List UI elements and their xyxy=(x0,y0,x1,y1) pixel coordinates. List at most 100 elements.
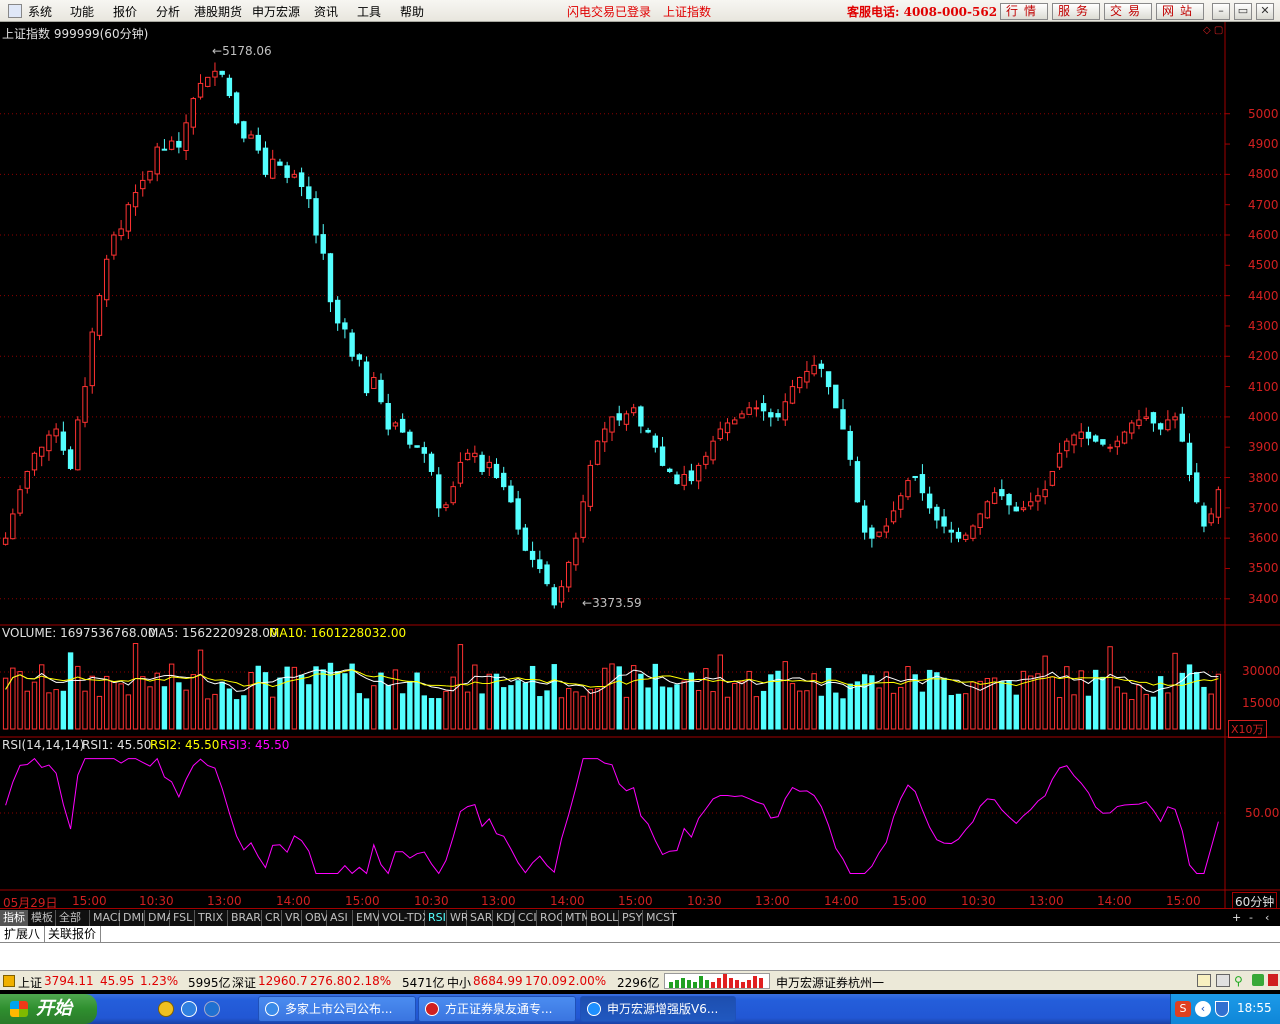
indicator-tab-obv[interactable]: OBV xyxy=(302,910,328,926)
taskbar-item-founder-securities[interactable]: 方正证券泉友通专... xyxy=(418,996,576,1022)
shield-icon[interactable] xyxy=(1215,1001,1229,1017)
close-icon[interactable]: ✕ xyxy=(1256,3,1274,20)
candle xyxy=(277,158,283,166)
extension-tab[interactable]: 扩展八 xyxy=(0,926,46,942)
candle xyxy=(804,361,810,389)
indicator-tab-dma[interactable]: DMA xyxy=(145,910,174,926)
volume-bar xyxy=(450,676,456,730)
status-bar-icon[interactable] xyxy=(3,975,15,987)
signal-icon[interactable] xyxy=(1252,974,1264,986)
indicator-tab-全部[interactable]: 全部 xyxy=(56,910,90,926)
menu-shenwan[interactable]: 申万宏源 xyxy=(252,3,300,20)
indicator-tab-boll[interactable]: BOLL xyxy=(587,910,619,926)
candle xyxy=(248,130,254,139)
indicator-tab-rsi[interactable]: RSI xyxy=(425,910,447,926)
volume-bar xyxy=(804,690,810,730)
connection-icon[interactable]: ⚲ xyxy=(1234,974,1243,988)
quicklaunch-browser-icon[interactable] xyxy=(204,1001,220,1017)
indicator-tab-kdj[interactable]: KDJ xyxy=(493,910,515,926)
app-logo-icon xyxy=(8,4,22,18)
trade-button[interactable]: 交易 xyxy=(1104,3,1152,20)
candle xyxy=(840,399,846,430)
breadth-bar xyxy=(699,976,703,988)
volume-bar xyxy=(782,661,788,730)
breadth-bar xyxy=(705,980,709,988)
candle xyxy=(67,446,74,471)
indicator-tab-cci[interactable]: CCI xyxy=(515,910,537,926)
candle xyxy=(154,142,160,182)
indicator-tab-emv[interactable]: EMV xyxy=(353,910,380,926)
volume-bar xyxy=(103,675,110,730)
candle xyxy=(732,416,738,425)
candle xyxy=(659,436,666,467)
indicator-tab-psy[interactable]: PSY xyxy=(619,910,643,926)
add-indicator-button[interactable]: + xyxy=(1232,911,1241,924)
time-axis-label: 15:00 xyxy=(345,894,380,908)
indicator-tab-模板[interactable]: 模板 xyxy=(28,910,56,926)
indicator-tab-wr[interactable]: WR xyxy=(447,910,469,926)
quicklaunch-app-icon[interactable] xyxy=(158,1001,174,1017)
candle xyxy=(1049,470,1056,487)
volume-bar xyxy=(674,684,680,730)
time-axis-label: 14:00 xyxy=(276,894,311,908)
menu-help[interactable]: 帮助 xyxy=(400,3,424,20)
candle xyxy=(970,524,976,542)
sz-amount: 5471亿 xyxy=(402,976,445,990)
price-axis-4800: 4800 xyxy=(1248,167,1279,182)
back-arrow-icon[interactable]: ‹ xyxy=(1195,1001,1211,1017)
sogou-ime-icon[interactable]: S xyxy=(1175,1001,1191,1017)
indicator-tab-dmi[interactable]: DMI xyxy=(120,910,145,926)
menu-hk-futures[interactable]: 港股期货 xyxy=(194,3,242,20)
menu-function[interactable]: 功能 xyxy=(70,3,94,20)
volume-bar xyxy=(183,689,189,730)
chart-options-icon[interactable]: ◇ ▢ xyxy=(1203,25,1223,36)
candle xyxy=(399,413,406,433)
indicator-tab-指标[interactable]: 指标 xyxy=(0,910,28,926)
candle xyxy=(306,176,312,209)
candle xyxy=(991,487,998,505)
menu-news[interactable]: 资讯 xyxy=(314,3,338,20)
indicator-tab-sar[interactable]: SAR xyxy=(467,910,493,926)
candle xyxy=(1107,443,1113,453)
taskbar-item-listing-news[interactable]: 多家上市公司公布... xyxy=(258,996,416,1022)
menu-quote[interactable]: 报价 xyxy=(113,3,137,20)
candle xyxy=(587,460,594,512)
notepad-icon[interactable] xyxy=(1197,974,1211,987)
indicator-tab-mcst[interactable]: MCST xyxy=(643,910,677,926)
indicator-tab-fsl[interactable]: FSL xyxy=(170,910,195,926)
indicator-tab-asi[interactable]: ASI xyxy=(327,910,353,926)
indicator-tab-brar[interactable]: BRAR xyxy=(228,910,262,926)
menu-system[interactable]: 系统 xyxy=(28,3,52,20)
minimize-icon[interactable]: – xyxy=(1212,3,1230,20)
indicator-tab-trix[interactable]: TRIX xyxy=(195,910,228,926)
scroll-indicator-button[interactable]: ‹ xyxy=(1265,911,1269,924)
calculator-icon[interactable] xyxy=(1216,974,1230,987)
volume-bar xyxy=(695,689,702,730)
service-button[interactable]: 服务 xyxy=(1052,3,1100,20)
sh-change: 45.95 xyxy=(100,974,135,988)
candle xyxy=(46,430,52,461)
indicator-tab-vol-tdx[interactable]: VOL-TDX xyxy=(379,910,430,926)
menu-tools[interactable]: 工具 xyxy=(357,3,381,20)
indicator-tab-macd[interactable]: MACD xyxy=(90,910,126,926)
menu-analysis[interactable]: 分析 xyxy=(156,3,180,20)
alert-icon[interactable] xyxy=(1268,974,1278,986)
candle xyxy=(551,584,557,609)
volume-bar xyxy=(1129,699,1135,730)
related-quote-tab[interactable]: 关联报价 xyxy=(44,926,102,942)
website-button[interactable]: 网站 xyxy=(1156,3,1204,20)
task-label: 方正证券泉友通专... xyxy=(445,1002,553,1016)
remove-indicator-button[interactable]: - xyxy=(1249,911,1253,924)
indicator-tab-vr[interactable]: VR xyxy=(282,910,302,926)
market-button[interactable]: 行情 xyxy=(1000,3,1048,20)
quicklaunch-ie-icon[interactable] xyxy=(181,1001,197,1017)
indicator-tab-cr[interactable]: CR xyxy=(262,910,282,926)
start-button[interactable]: 开始 xyxy=(0,994,97,1024)
candle xyxy=(883,517,890,539)
candlestick-chart[interactable] xyxy=(0,22,1280,908)
indicator-tab-roc[interactable]: ROC xyxy=(537,910,564,926)
indicator-tab-mtm[interactable]: MTM xyxy=(562,910,591,926)
restore-icon[interactable]: ▭ xyxy=(1234,3,1252,20)
volume-bar xyxy=(919,691,926,730)
taskbar-item-shenwan-app[interactable]: 申万宏源增强版V6... xyxy=(580,996,736,1022)
